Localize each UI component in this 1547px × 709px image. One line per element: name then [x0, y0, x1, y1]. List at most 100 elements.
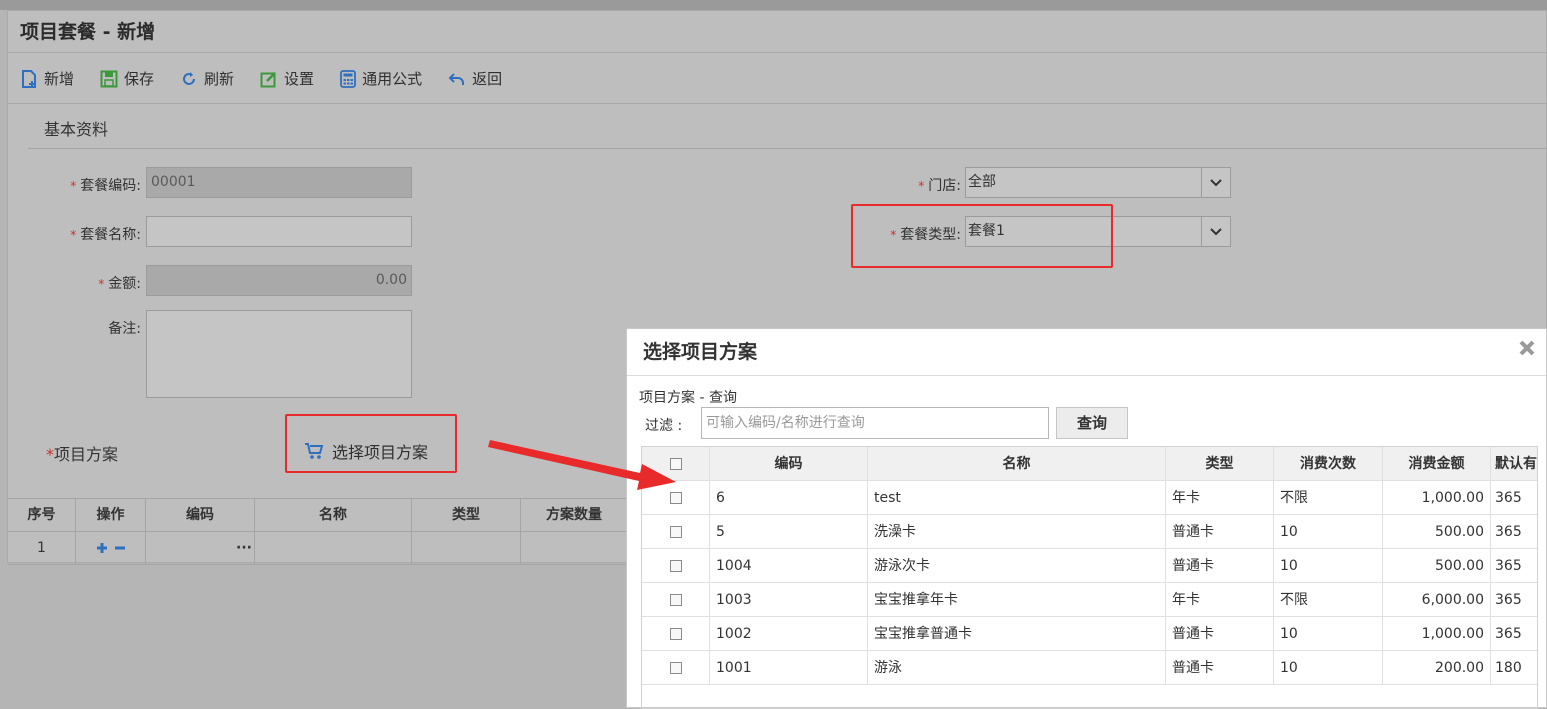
- section-title-basic: 基本资料: [28, 114, 1547, 149]
- calculator-icon: [340, 69, 356, 88]
- remark-textarea[interactable]: [146, 310, 412, 398]
- table-row[interactable]: 1002 宝宝推拿普通卡 普通卡 10 1,000.00 365: [642, 617, 1537, 651]
- cell-times: 不限: [1274, 481, 1383, 515]
- row-checkbox-cell: [642, 651, 710, 685]
- cell-days: 365: [1491, 549, 1537, 583]
- row-index: 1: [8, 532, 76, 565]
- filter-input[interactable]: 可输入编码/名称进行查询: [701, 407, 1049, 439]
- row-actions: [76, 532, 146, 565]
- row-checkbox-cell: [642, 549, 710, 583]
- settings-button-label: 设置: [284, 70, 315, 88]
- toolbar: 新增 保存 刷新 设置 通用公式 返回: [8, 54, 1546, 104]
- chevron-down-icon[interactable]: [1201, 168, 1230, 197]
- cell-times: 不限: [1274, 583, 1383, 617]
- row-checkbox-cell: [642, 515, 710, 549]
- col-header: 名称: [868, 447, 1166, 481]
- new-button[interactable]: 新增: [20, 68, 74, 89]
- back-button[interactable]: 返回: [448, 68, 502, 89]
- col-header: 消费次数: [1274, 447, 1383, 481]
- row-checkbox-cell: [642, 583, 710, 617]
- cell-amount: 500.00: [1383, 515, 1491, 549]
- col-header: 类型: [1166, 447, 1274, 481]
- plus-icon[interactable]: [96, 542, 108, 554]
- code-picker-button[interactable]: ···: [146, 532, 255, 565]
- refresh-button[interactable]: 刷新: [180, 68, 234, 89]
- row-checkbox[interactable]: [669, 560, 682, 572]
- col-header: 名称: [255, 499, 412, 532]
- dialog-table-header: 编码 名称 类型 消费次数 消费金额 默认有: [642, 447, 1537, 481]
- query-button[interactable]: 查询: [1056, 407, 1128, 439]
- row-checkbox[interactable]: [669, 594, 682, 606]
- formula-button[interactable]: 通用公式: [340, 68, 422, 89]
- name-field[interactable]: [146, 216, 412, 247]
- col-header: 类型: [412, 499, 521, 532]
- formula-button-label: 通用公式: [362, 70, 423, 88]
- row-checkbox[interactable]: [669, 662, 682, 674]
- cell-times: 10: [1274, 549, 1383, 583]
- row-checkbox[interactable]: [669, 492, 682, 504]
- plan-table: 序号 操作 编码 名称 类型 方案数量 1 ···: [8, 498, 628, 565]
- cell-amount: 1,000.00: [1383, 481, 1491, 515]
- required-mark: *: [70, 179, 77, 193]
- col-header: 编码: [146, 499, 255, 532]
- col-header: 操作: [76, 499, 146, 532]
- minus-icon[interactable]: [114, 542, 126, 554]
- edit-icon: [260, 71, 276, 87]
- table-row[interactable]: 1003 宝宝推拿年卡 年卡 不限 6,000.00 365: [642, 583, 1537, 617]
- table-row[interactable]: 1001 游泳 普通卡 10 200.00 180: [642, 651, 1537, 685]
- required-mark: *: [918, 179, 925, 193]
- cell-days: 365: [1491, 583, 1537, 617]
- table-row[interactable]: 6 test 年卡 不限 1,000.00 365: [642, 481, 1537, 515]
- row-checkbox[interactable]: [669, 526, 682, 538]
- cell-type: 普通卡: [1166, 515, 1274, 549]
- close-icon[interactable]: [1518, 339, 1536, 361]
- row-type: [412, 532, 521, 565]
- undo-arrow-icon: [448, 72, 465, 85]
- amount-label: * 金额:: [48, 273, 141, 293]
- cell-days: 365: [1491, 481, 1537, 515]
- cell-name: 宝宝推拿年卡: [868, 583, 1166, 617]
- dialog-title: 选择项目方案: [643, 341, 758, 363]
- plan-table-header: 序号 操作 编码 名称 类型 方案数量: [8, 499, 628, 532]
- choose-plan-dialog: 选择项目方案 项目方案 - 查询 过滤 : 可输入编码/名称进行查询 查询 编码…: [626, 328, 1547, 709]
- row-checkbox[interactable]: [669, 628, 682, 640]
- amount-label-text: 金额:: [108, 276, 141, 292]
- cell-type: 普通卡: [1166, 651, 1274, 685]
- save-button-label: 保存: [124, 70, 155, 88]
- row-checkbox-cell: [642, 617, 710, 651]
- store-select[interactable]: 全部: [965, 167, 1231, 198]
- settings-button[interactable]: 设置: [260, 68, 314, 89]
- dialog-divider: [627, 375, 1546, 376]
- row-quantity[interactable]: [521, 532, 628, 565]
- col-header: 方案数量: [521, 499, 628, 532]
- name-label: * 套餐名称:: [48, 224, 141, 244]
- cell-name: 游泳: [868, 651, 1166, 685]
- row-checkbox-cell: [642, 481, 710, 515]
- dialog-subtitle: 项目方案 - 查询: [639, 390, 737, 406]
- cell-code: 1004: [710, 549, 868, 583]
- store-label: * 门店:: [868, 175, 961, 195]
- cell-type: 年卡: [1166, 481, 1274, 515]
- save-button[interactable]: 保存: [100, 68, 154, 89]
- top-strip: [0, 0, 1547, 10]
- cell-code: 1003: [710, 583, 868, 617]
- cell-name: test: [868, 481, 1166, 515]
- required-mark: *: [98, 277, 105, 291]
- store-select-value: 全部: [968, 174, 996, 190]
- cell-type: 年卡: [1166, 583, 1274, 617]
- table-row[interactable]: 5 洗澡卡 普通卡 10 500.00 365: [642, 515, 1537, 549]
- col-header: 消费金额: [1383, 447, 1491, 481]
- code-field[interactable]: 00001: [146, 167, 412, 198]
- cell-days: 365: [1491, 617, 1537, 651]
- cell-name: 宝宝推拿普通卡: [868, 617, 1166, 651]
- amount-field[interactable]: 0.00: [146, 265, 412, 296]
- chevron-down-icon[interactable]: [1201, 217, 1230, 246]
- cell-name: 洗澡卡: [868, 515, 1166, 549]
- table-row[interactable]: 1004 游泳次卡 普通卡 10 500.00 365: [642, 549, 1537, 583]
- cell-type: 普通卡: [1166, 617, 1274, 651]
- save-icon: [100, 70, 118, 87]
- select-all-checkbox[interactable]: [669, 458, 682, 470]
- highlight-box-choose: [285, 414, 457, 473]
- required-mark: *: [70, 228, 77, 242]
- col-header: 默认有: [1491, 447, 1537, 481]
